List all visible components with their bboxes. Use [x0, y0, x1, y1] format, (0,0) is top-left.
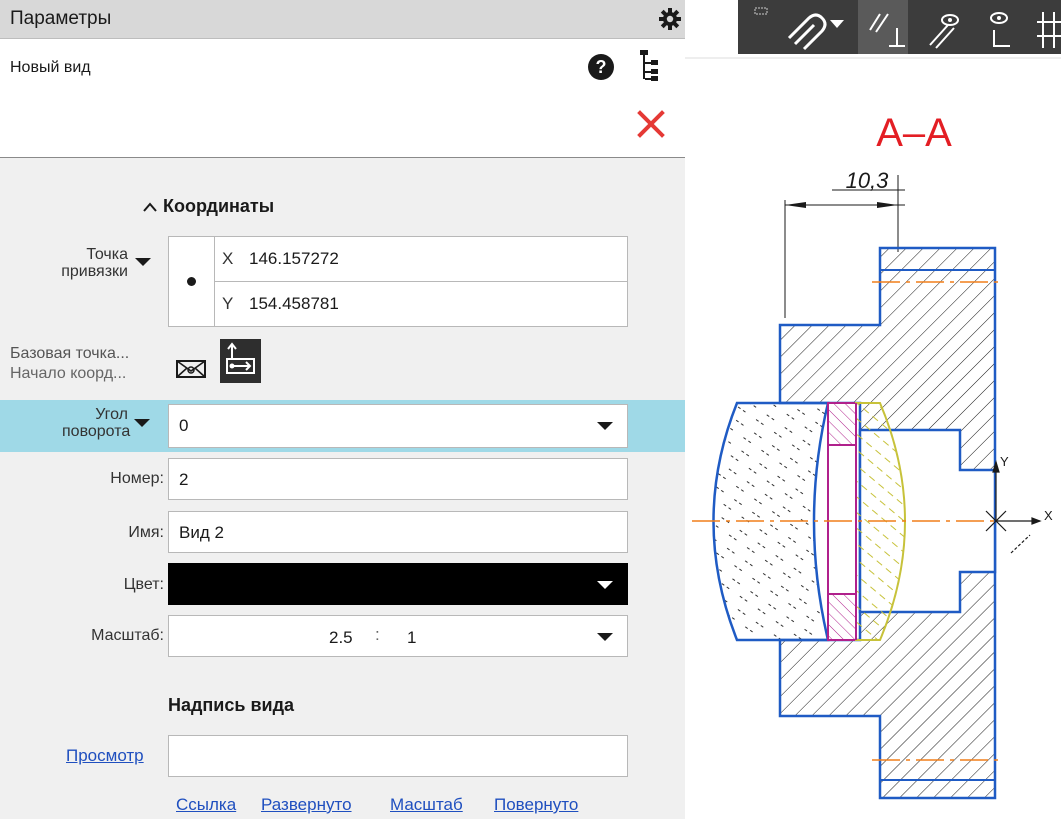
base-point-label: Базовая точка... Начало коорд... — [10, 344, 129, 384]
number-value: 2 — [179, 470, 189, 489]
color-select[interactable] — [168, 563, 628, 605]
part-section — [712, 246, 997, 800]
anchor-point-label[interactable]: Точка привязки — [60, 246, 128, 280]
rotation-angle-value: 0 — [179, 416, 189, 435]
base-point-label-line1: Базовая точка... — [10, 345, 130, 362]
view-label-option-expanded[interactable]: Развернуто — [261, 795, 352, 815]
view-label-preview-field[interactable] — [168, 735, 628, 777]
scale-denominator: 1 — [407, 628, 417, 647]
x-axis-label: X — [222, 249, 234, 268]
x-coordinate-value: 146.157272 — [249, 249, 339, 268]
rotation-label-line1: Угол — [95, 406, 128, 423]
scale-numerator: 2.5 — [329, 628, 353, 647]
anchor-point-label-line1: Точка — [86, 246, 128, 263]
coordinates-section-label: Координаты — [163, 196, 275, 216]
parameters-panel: Параметры Новый вид ? Координаты Точка п… — [0, 0, 685, 819]
dimension-value: 10,3 — [846, 168, 890, 193]
base-point-label-line2: Начало коорд... — [10, 365, 127, 382]
chevron-down-icon — [597, 633, 613, 641]
anchor-point-label-line2: привязки — [61, 263, 128, 280]
color-label: Цвет: — [123, 576, 164, 593]
scale-label: Масштаб: — [91, 627, 164, 644]
gear-icon[interactable] — [658, 7, 682, 31]
anchor-point-dot — [187, 277, 196, 286]
x-coordinate-field[interactable]: X 146.157272 — [214, 237, 627, 282]
panel-title: Параметры — [10, 8, 112, 29]
drawing-svg: А–А 10,3 X Y — [685, 0, 1061, 800]
section-title: А–А — [876, 111, 952, 155]
anchor-point-dropdown-arrow[interactable] — [135, 258, 151, 266]
y-coordinate-field[interactable]: Y 154.458781 — [214, 282, 627, 326]
chevron-down-icon — [597, 581, 613, 589]
mode-title: Новый вид — [10, 59, 91, 76]
scale-select[interactable]: 2.5 : 1 — [168, 615, 628, 657]
base-point-envelope-icon[interactable] — [172, 350, 210, 388]
rotation-angle-select[interactable]: 0 — [168, 404, 628, 448]
rotation-angle-label[interactable]: Угол поворота — [62, 406, 131, 440]
number-label: Номер: — [110, 470, 164, 487]
name-input[interactable]: Вид 2 — [168, 511, 628, 553]
coordinate-origin-icon[interactable] — [220, 339, 261, 383]
rotation-dropdown-arrow[interactable] — [134, 419, 150, 427]
help-icon[interactable]: ? — [588, 54, 614, 80]
coordinates-section-toggle[interactable]: Координаты — [143, 196, 274, 217]
drawing-canvas[interactable]: А–А 10,3 X Y — [685, 0, 1061, 819]
y-coordinate-value: 154.458781 — [249, 294, 339, 313]
name-label: Имя: — [128, 524, 164, 541]
view-label-option-rotated[interactable]: Повернуто — [494, 795, 578, 815]
tree-structure-icon[interactable] — [638, 49, 660, 83]
y-axis-label: Y — [222, 294, 234, 313]
number-input[interactable]: 2 — [168, 458, 628, 500]
close-icon[interactable] — [636, 109, 666, 139]
anchor-point-selector[interactable] — [169, 237, 215, 326]
view-label-heading: Надпись вида — [168, 695, 295, 715]
chevron-up-icon — [143, 201, 157, 212]
chevron-down-icon — [597, 422, 613, 430]
coordinates-box: X 146.157272 Y 154.458781 — [168, 236, 628, 327]
view-label-option-scale[interactable]: Масштаб — [390, 795, 463, 815]
panel-header: Параметры — [0, 0, 685, 39]
view-label-option-reference[interactable]: Ссылка — [176, 795, 236, 815]
axis-x-label: X — [1044, 508, 1053, 523]
axis-y-label: Y — [1000, 454, 1009, 469]
rotation-label-line2: поворота — [62, 423, 131, 440]
toolbar-gap — [685, 0, 738, 54]
preview-link[interactable]: Просмотр — [66, 746, 144, 766]
svg-text:?: ? — [596, 57, 607, 77]
scale-separator: : — [375, 625, 380, 644]
mode-area: Новый вид ? — [0, 39, 685, 158]
name-value: Вид 2 — [179, 523, 224, 542]
